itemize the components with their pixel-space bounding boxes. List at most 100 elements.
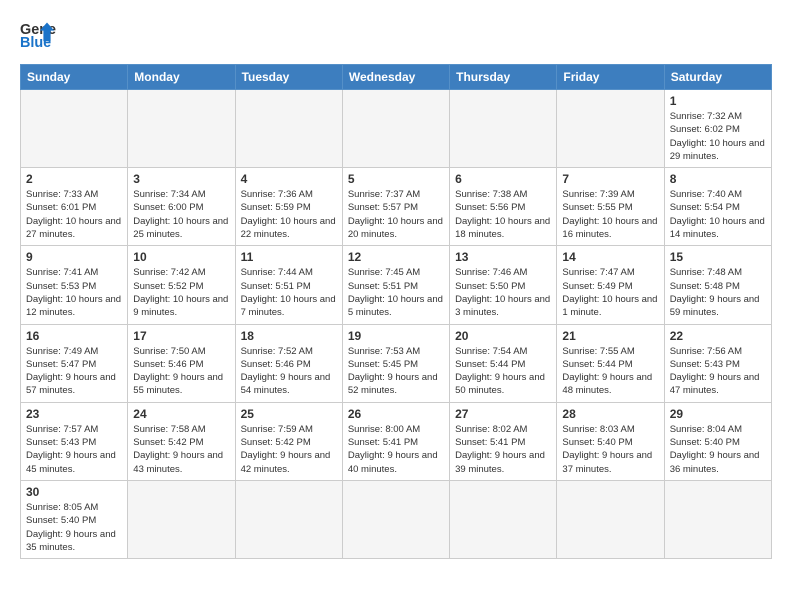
calendar-cell: 2 Sunrise: 7:33 AM Sunset: 6:01 PM Daylig… bbox=[21, 168, 128, 246]
day-sun-info: Sunrise: 7:44 AM Sunset: 5:51 PM Dayligh… bbox=[241, 266, 337, 319]
calendar-cell: 22Sunrise: 7:56 AM Sunset: 5:43 PM Dayli… bbox=[664, 324, 771, 402]
date-number: 8 bbox=[670, 172, 766, 186]
day-sun-info: Sunrise: 7:40 AM Sunset: 5:54 PM Dayligh… bbox=[670, 188, 766, 241]
date-number: 28 bbox=[562, 407, 658, 421]
date-number: 30 bbox=[26, 485, 122, 499]
calendar-cell: 16 Sunrise: 7:49 AM Sunset: 5:47 PM Dayli… bbox=[21, 324, 128, 402]
date-number: 3 bbox=[133, 172, 229, 186]
day-sun-info: Sunrise: 7:37 AM Sunset: 5:57 PM Dayligh… bbox=[348, 188, 444, 241]
day-header-wednesday: Wednesday bbox=[342, 65, 449, 90]
date-number: 12 bbox=[348, 250, 444, 264]
calendar-table: SundayMondayTuesdayWednesdayThursdayFrid… bbox=[20, 64, 772, 559]
calendar-cell bbox=[450, 480, 557, 558]
calendar-cell: 3 Sunrise: 7:34 AM Sunset: 6:00 PM Daylig… bbox=[128, 168, 235, 246]
calendar-cell bbox=[235, 480, 342, 558]
day-sun-info: Sunrise: 7:58 AM Sunset: 5:42 PM Dayligh… bbox=[133, 423, 229, 476]
date-number: 24 bbox=[133, 407, 229, 421]
day-sun-info: Sunrise: 7:36 AM Sunset: 5:59 PM Dayligh… bbox=[241, 188, 337, 241]
header: General Blue bbox=[20, 18, 772, 54]
day-sun-info: Sunrise: 7:33 AM Sunset: 6:01 PM Dayligh… bbox=[26, 188, 122, 241]
date-number: 2 bbox=[26, 172, 122, 186]
day-sun-info: Sunrise: 7:59 AM Sunset: 5:42 PM Dayligh… bbox=[241, 423, 337, 476]
date-number: 14 bbox=[562, 250, 658, 264]
day-sun-info: Sunrise: 7:53 AM Sunset: 5:45 PM Dayligh… bbox=[348, 345, 444, 398]
calendar-cell: 18Sunrise: 7:52 AM Sunset: 5:46 PM Dayli… bbox=[235, 324, 342, 402]
day-sun-info: Sunrise: 8:02 AM Sunset: 5:41 PM Dayligh… bbox=[455, 423, 551, 476]
calendar-cell: 5 Sunrise: 7:37 AM Sunset: 5:57 PM Daylig… bbox=[342, 168, 449, 246]
date-number: 29 bbox=[670, 407, 766, 421]
date-number: 11 bbox=[241, 250, 337, 264]
calendar-cell bbox=[235, 90, 342, 168]
day-sun-info: Sunrise: 7:49 AM Sunset: 5:47 PM Dayligh… bbox=[26, 345, 122, 398]
date-number: 19 bbox=[348, 329, 444, 343]
day-sun-info: Sunrise: 7:45 AM Sunset: 5:51 PM Dayligh… bbox=[348, 266, 444, 319]
day-sun-info: Sunrise: 7:50 AM Sunset: 5:46 PM Dayligh… bbox=[133, 345, 229, 398]
day-sun-info: Sunrise: 8:04 AM Sunset: 5:40 PM Dayligh… bbox=[670, 423, 766, 476]
calendar-cell: 8 Sunrise: 7:40 AM Sunset: 5:54 PM Daylig… bbox=[664, 168, 771, 246]
day-sun-info: Sunrise: 7:39 AM Sunset: 5:55 PM Dayligh… bbox=[562, 188, 658, 241]
calendar-cell: 24 Sunrise: 7:58 AM Sunset: 5:42 PM Dayli… bbox=[128, 402, 235, 480]
calendar-cell: 17Sunrise: 7:50 AM Sunset: 5:46 PM Dayli… bbox=[128, 324, 235, 402]
date-number: 6 bbox=[455, 172, 551, 186]
page: General Blue SundayMondayTuesdayWednesda… bbox=[0, 0, 792, 612]
date-number: 20 bbox=[455, 329, 551, 343]
calendar-cell bbox=[342, 90, 449, 168]
calendar-cell: 15 Sunrise: 7:48 AM Sunset: 5:48 PM Dayli… bbox=[664, 246, 771, 324]
date-number: 15 bbox=[670, 250, 766, 264]
day-header-sunday: Sunday bbox=[21, 65, 128, 90]
calendar-cell: 1 Sunrise: 7:32 AM Sunset: 6:02 PM Daylig… bbox=[664, 90, 771, 168]
date-number: 16 bbox=[26, 329, 122, 343]
day-header-saturday: Saturday bbox=[664, 65, 771, 90]
day-sun-info: Sunrise: 8:03 AM Sunset: 5:40 PM Dayligh… bbox=[562, 423, 658, 476]
calendar-cell bbox=[557, 480, 664, 558]
calendar-cell: 14Sunrise: 7:47 AM Sunset: 5:49 PM Dayli… bbox=[557, 246, 664, 324]
day-header-tuesday: Tuesday bbox=[235, 65, 342, 90]
day-sun-info: Sunrise: 7:38 AM Sunset: 5:56 PM Dayligh… bbox=[455, 188, 551, 241]
date-number: 25 bbox=[241, 407, 337, 421]
calendar-week-row: 2 Sunrise: 7:33 AM Sunset: 6:01 PM Daylig… bbox=[21, 168, 772, 246]
day-sun-info: Sunrise: 7:34 AM Sunset: 6:00 PM Dayligh… bbox=[133, 188, 229, 241]
calendar-week-row: 1 Sunrise: 7:32 AM Sunset: 6:02 PM Daylig… bbox=[21, 90, 772, 168]
date-number: 21 bbox=[562, 329, 658, 343]
calendar-cell: 23Sunrise: 7:57 AM Sunset: 5:43 PM Dayli… bbox=[21, 402, 128, 480]
calendar-cell bbox=[128, 90, 235, 168]
date-number: 5 bbox=[348, 172, 444, 186]
date-number: 9 bbox=[26, 250, 122, 264]
day-header-thursday: Thursday bbox=[450, 65, 557, 90]
day-sun-info: Sunrise: 8:05 AM Sunset: 5:40 PM Dayligh… bbox=[26, 501, 122, 554]
calendar-cell: 12 Sunrise: 7:45 AM Sunset: 5:51 PM Dayli… bbox=[342, 246, 449, 324]
date-number: 1 bbox=[670, 94, 766, 108]
calendar-week-row: 16 Sunrise: 7:49 AM Sunset: 5:47 PM Dayli… bbox=[21, 324, 772, 402]
calendar-cell bbox=[664, 480, 771, 558]
calendar-cell: 13Sunrise: 7:46 AM Sunset: 5:50 PM Dayli… bbox=[450, 246, 557, 324]
calendar-cell bbox=[128, 480, 235, 558]
calendar-header-row: SundayMondayTuesdayWednesdayThursdayFrid… bbox=[21, 65, 772, 90]
calendar-cell: 30 Sunrise: 8:05 AM Sunset: 5:40 PM Dayli… bbox=[21, 480, 128, 558]
calendar-cell: 6 Sunrise: 7:38 AM Sunset: 5:56 PM Daylig… bbox=[450, 168, 557, 246]
calendar-cell: 27Sunrise: 8:02 AM Sunset: 5:41 PM Dayli… bbox=[450, 402, 557, 480]
calendar-cell: 25 Sunrise: 7:59 AM Sunset: 5:42 PM Dayli… bbox=[235, 402, 342, 480]
day-sun-info: Sunrise: 7:48 AM Sunset: 5:48 PM Dayligh… bbox=[670, 266, 766, 319]
calendar-cell: 20 Sunrise: 7:54 AM Sunset: 5:44 PM Dayli… bbox=[450, 324, 557, 402]
day-sun-info: Sunrise: 7:52 AM Sunset: 5:46 PM Dayligh… bbox=[241, 345, 337, 398]
calendar-week-row: 23Sunrise: 7:57 AM Sunset: 5:43 PM Dayli… bbox=[21, 402, 772, 480]
calendar-cell bbox=[557, 90, 664, 168]
date-number: 7 bbox=[562, 172, 658, 186]
calendar-week-row: 9Sunrise: 7:41 AM Sunset: 5:53 PM Daylig… bbox=[21, 246, 772, 324]
day-sun-info: Sunrise: 7:54 AM Sunset: 5:44 PM Dayligh… bbox=[455, 345, 551, 398]
calendar-cell: 9Sunrise: 7:41 AM Sunset: 5:53 PM Daylig… bbox=[21, 246, 128, 324]
day-header-friday: Friday bbox=[557, 65, 664, 90]
day-sun-info: Sunrise: 7:57 AM Sunset: 5:43 PM Dayligh… bbox=[26, 423, 122, 476]
calendar-cell: 10Sunrise: 7:42 AM Sunset: 5:52 PM Dayli… bbox=[128, 246, 235, 324]
calendar-cell bbox=[21, 90, 128, 168]
day-sun-info: Sunrise: 7:32 AM Sunset: 6:02 PM Dayligh… bbox=[670, 110, 766, 163]
calendar-cell: 11 Sunrise: 7:44 AM Sunset: 5:51 PM Dayli… bbox=[235, 246, 342, 324]
day-sun-info: Sunrise: 7:46 AM Sunset: 5:50 PM Dayligh… bbox=[455, 266, 551, 319]
logo: General Blue bbox=[20, 18, 56, 54]
day-sun-info: Sunrise: 7:55 AM Sunset: 5:44 PM Dayligh… bbox=[562, 345, 658, 398]
day-sun-info: Sunrise: 8:00 AM Sunset: 5:41 PM Dayligh… bbox=[348, 423, 444, 476]
calendar-cell bbox=[342, 480, 449, 558]
calendar-week-row: 30 Sunrise: 8:05 AM Sunset: 5:40 PM Dayli… bbox=[21, 480, 772, 558]
calendar-cell: 21 Sunrise: 7:55 AM Sunset: 5:44 PM Dayli… bbox=[557, 324, 664, 402]
calendar-cell: 4Sunrise: 7:36 AM Sunset: 5:59 PM Daylig… bbox=[235, 168, 342, 246]
